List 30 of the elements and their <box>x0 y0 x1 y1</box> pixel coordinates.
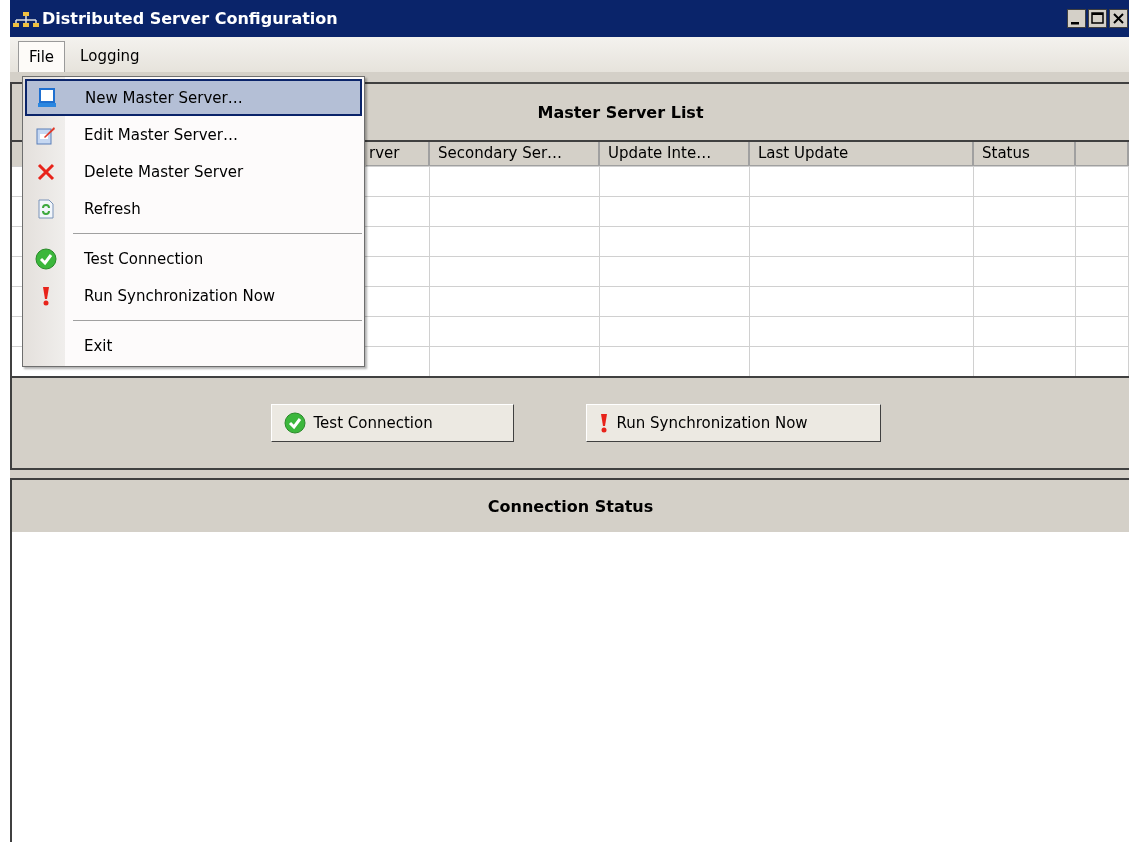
menu-item[interactable]: Run Synchronization Now <box>25 277 362 314</box>
panel-title: Connection Status <box>487 496 654 516</box>
maximize-icon[interactable] <box>1088 9 1107 28</box>
menu-item[interactable]: Test Connection <box>25 240 362 277</box>
action-button[interactable]: Run Synchronization Now <box>585 404 881 442</box>
menu-item[interactable]: New Master Server… <box>25 79 362 116</box>
action-button[interactable]: Test Connection <box>270 404 514 442</box>
minimize-icon[interactable] <box>1067 9 1086 28</box>
column-header[interactable]: Secondary Ser… <box>430 142 600 166</box>
column-header[interactable]: Last Update <box>750 142 974 166</box>
menu-item[interactable]: Refresh <box>25 190 362 227</box>
exclamation-icon <box>41 284 51 307</box>
menu-tab[interactable]: File <box>18 41 66 72</box>
checkmark-icon <box>35 247 57 270</box>
menu-item[interactable]: Delete Master Server <box>25 153 362 190</box>
panel-title: Master Server List <box>537 102 704 122</box>
network-icon <box>12 10 40 27</box>
menu-item[interactable]: Exit <box>25 327 362 364</box>
close-icon <box>36 161 56 182</box>
exclamation-icon <box>598 412 609 434</box>
menu-item[interactable]: Edit Master Server… <box>25 116 362 153</box>
refresh-icon <box>38 198 54 219</box>
checkmark-icon <box>283 412 306 434</box>
column-header[interactable]: Status <box>974 142 1076 166</box>
computer-icon <box>37 87 57 108</box>
column-header[interactable]: rver <box>366 142 430 166</box>
close-icon[interactable] <box>1109 9 1128 28</box>
column-header[interactable]: Update Inte… <box>600 142 750 166</box>
window-title: Distributed Server Configuration <box>42 9 338 28</box>
menu-tab[interactable]: Logging <box>69 40 151 72</box>
